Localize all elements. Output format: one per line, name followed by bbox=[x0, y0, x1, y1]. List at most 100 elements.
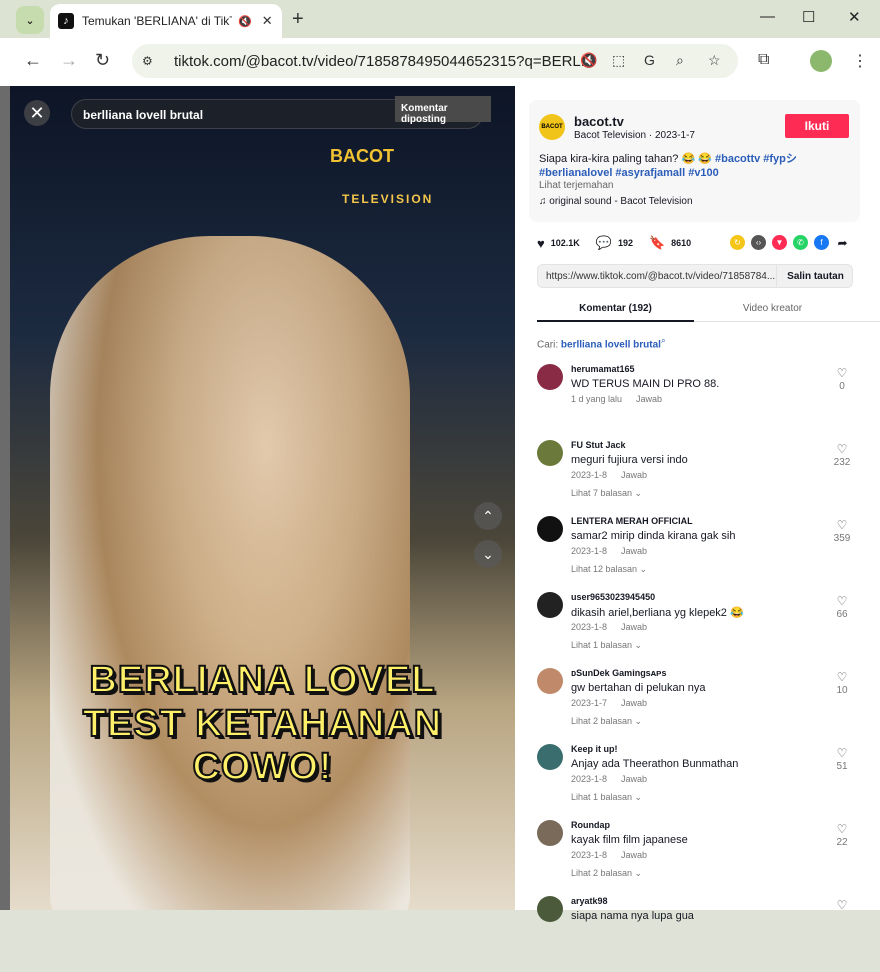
comment-like[interactable]: ♡ 66 bbox=[827, 594, 857, 620]
comment-like[interactable]: ♡ 51 bbox=[827, 746, 857, 772]
url-text[interactable]: tiktok.com/@bacot.tv/video/7185878495044… bbox=[174, 53, 584, 70]
tab-search-button[interactable]: ⌄ bbox=[16, 6, 44, 34]
search-result-query[interactable]: berlliana lovell brutal bbox=[561, 339, 661, 350]
whatsapp-icon[interactable]: ✆ bbox=[793, 235, 808, 250]
reply-button[interactable]: Jawab bbox=[621, 774, 647, 784]
forward-button[interactable]: → bbox=[60, 50, 78, 71]
heart-outline-icon[interactable]: ♡ bbox=[827, 822, 857, 836]
comment-meta: 2023-1-8 Jawab bbox=[571, 470, 647, 480]
profile-avatar[interactable] bbox=[810, 50, 832, 72]
comment-username[interactable]: FU Stut Jack bbox=[571, 440, 626, 450]
comment-like[interactable]: ♡ 0 bbox=[827, 366, 857, 392]
heart-outline-icon[interactable]: ♡ bbox=[827, 746, 857, 760]
view-replies-link[interactable]: Lihat 2 balasan ⌄ bbox=[571, 868, 642, 879]
comment-like[interactable]: ♡ 10 bbox=[827, 670, 857, 696]
view-replies-link[interactable]: Lihat 7 balasan ⌄ bbox=[571, 488, 642, 499]
back-button[interactable]: ← bbox=[24, 50, 42, 71]
minimize-button[interactable]: — bbox=[760, 8, 775, 25]
menu-kebab-icon[interactable]: ⋮ bbox=[852, 51, 868, 71]
previous-video-button[interactable]: ⌃ bbox=[474, 502, 502, 530]
comment-username[interactable]: herumamat165 bbox=[571, 364, 635, 374]
next-video-button[interactable]: ⌄ bbox=[474, 540, 502, 568]
reply-button[interactable]: Jawab bbox=[621, 698, 647, 708]
comment-username[interactable]: Keep it up! bbox=[571, 744, 618, 754]
zoom-icon[interactable]: ⌕ bbox=[676, 52, 684, 69]
comment-username[interactable]: ᴅSunDek Gamingsᴀᴘs bbox=[571, 668, 667, 678]
comment-username[interactable]: user9653023945450 bbox=[571, 592, 655, 602]
site-muted-icon[interactable]: 🔇 bbox=[580, 52, 597, 69]
comment-like-count: 10 bbox=[836, 685, 848, 696]
address-bar[interactable]: ⚙ tiktok.com/@bacot.tv/video/71858784950… bbox=[132, 44, 738, 78]
comment-avatar[interactable] bbox=[537, 820, 563, 846]
maximize-button[interactable]: ☐ bbox=[802, 8, 815, 26]
bookmark-icon[interactable]: 🔖 bbox=[649, 235, 665, 251]
heart-outline-icon[interactable]: ♡ bbox=[827, 442, 857, 456]
comment-avatar[interactable] bbox=[537, 668, 563, 694]
like-count: 102.1K bbox=[550, 238, 580, 248]
comment-like[interactable]: ♡ 359 bbox=[827, 518, 857, 544]
comment-like[interactable]: ♡ 232 bbox=[827, 442, 857, 468]
new-tab-button[interactable]: + bbox=[292, 8, 304, 31]
author-name[interactable]: bacot.tv bbox=[574, 114, 624, 129]
view-replies-link[interactable]: Lihat 1 balasan ⌄ bbox=[571, 792, 642, 803]
send-icon[interactable]: ▼ bbox=[772, 235, 787, 250]
description-tags[interactable]: #bacottv #fypシ bbox=[715, 153, 797, 165]
copy-link-button[interactable]: Salin tautan bbox=[776, 265, 854, 287]
heart-outline-icon[interactable]: ♡ bbox=[827, 670, 857, 684]
view-replies-link[interactable]: Lihat 1 balasan ⌄ bbox=[571, 640, 642, 651]
reload-button[interactable]: ↻ bbox=[95, 50, 110, 71]
repost-icon[interactable]: ↻ bbox=[730, 235, 745, 250]
reply-button[interactable]: Jawab bbox=[636, 394, 662, 404]
reply-button[interactable]: Jawab bbox=[621, 546, 647, 556]
embed-icon[interactable]: ‹› bbox=[751, 235, 766, 250]
tab-close-icon[interactable]: ✕ bbox=[262, 13, 273, 29]
video-link-text: https://www.tiktok.com/@bacot.tv/video/7… bbox=[546, 271, 776, 282]
view-replies-link[interactable]: Lihat 2 balasan ⌄ bbox=[571, 716, 642, 727]
reply-button[interactable]: Jawab bbox=[621, 470, 647, 480]
tab-muted-icon[interactable]: 🔇 bbox=[238, 15, 252, 28]
tab-comments[interactable]: Komentar (192) bbox=[537, 296, 694, 322]
bookmark-star-icon[interactable]: ☆ bbox=[708, 52, 721, 69]
comment-like[interactable]: ♡ 22 bbox=[827, 822, 857, 848]
tab-creator-videos[interactable]: Video kreator bbox=[694, 296, 851, 322]
save-count: 8610 bbox=[671, 238, 692, 248]
comment-username[interactable]: Roundap bbox=[571, 820, 610, 830]
heart-icon[interactable]: ♥ bbox=[537, 236, 545, 251]
reply-button[interactable]: Jawab bbox=[621, 850, 647, 860]
heart-outline-icon[interactable]: ♡ bbox=[827, 366, 857, 380]
extensions-icon[interactable]: ⧉ bbox=[758, 51, 769, 69]
comment-avatar[interactable] bbox=[537, 516, 563, 542]
close-video-button[interactable]: ✕ bbox=[24, 100, 50, 126]
install-app-icon[interactable]: ⬚ bbox=[612, 52, 625, 69]
browser-tab[interactable]: ♪ Temukan 'BERLIANA' di TikTok 🔇 ✕ bbox=[50, 4, 282, 38]
video-player[interactable]: BACOT TELEVISION BERLIANA LOVEL TEST KET… bbox=[10, 86, 515, 910]
site-info-icon[interactable]: ⚙ bbox=[142, 54, 160, 68]
comment-username[interactable]: LENTERA MERAH OFFICIAL bbox=[571, 516, 693, 526]
comment-icon[interactable]: 💬 bbox=[596, 235, 612, 251]
facebook-icon[interactable]: f bbox=[814, 235, 829, 250]
browser-toolbar: ← → ↻ ⚙ tiktok.com/@bacot.tv/video/71858… bbox=[0, 38, 880, 86]
heart-outline-icon[interactable]: ♡ bbox=[827, 594, 857, 608]
see-translation-link[interactable]: Lihat terjemahan bbox=[539, 180, 614, 191]
comment-username[interactable]: aryatk98 bbox=[571, 896, 608, 906]
author-avatar[interactable]: BACOT bbox=[539, 114, 565, 140]
heart-outline-icon[interactable]: ♡ bbox=[827, 518, 857, 532]
share-arrow-icon[interactable]: ➦ bbox=[835, 235, 850, 250]
description-tags-2[interactable]: #berlianalovel #asyrafjamall #v100 bbox=[539, 167, 719, 179]
comment-meta bbox=[571, 926, 585, 936]
reply-button[interactable]: Jawab bbox=[621, 622, 647, 632]
comment-item: aryatk98 siapa nama nya lupa gua ♡ bbox=[537, 896, 857, 972]
comment-like[interactable]: ♡ bbox=[827, 898, 857, 913]
comment-avatar[interactable] bbox=[537, 440, 563, 466]
follow-button[interactable]: Ikuti bbox=[785, 114, 849, 138]
comment-avatar[interactable] bbox=[537, 364, 563, 390]
translate-icon[interactable]: G bbox=[644, 52, 655, 68]
description-text: Siapa kira-kira paling tahan? 😂 😂 bbox=[539, 153, 715, 165]
close-window-button[interactable]: ✕ bbox=[848, 8, 861, 26]
original-sound-link[interactable]: ♫ original sound - Bacot Television bbox=[539, 196, 693, 207]
comment-avatar[interactable] bbox=[537, 592, 563, 618]
view-replies-link[interactable]: Lihat 12 balasan ⌄ bbox=[571, 564, 647, 575]
comment-avatar[interactable] bbox=[537, 896, 563, 922]
comment-avatar[interactable] bbox=[537, 744, 563, 770]
comment-posted-toast: Komentar diposting bbox=[395, 96, 491, 125]
